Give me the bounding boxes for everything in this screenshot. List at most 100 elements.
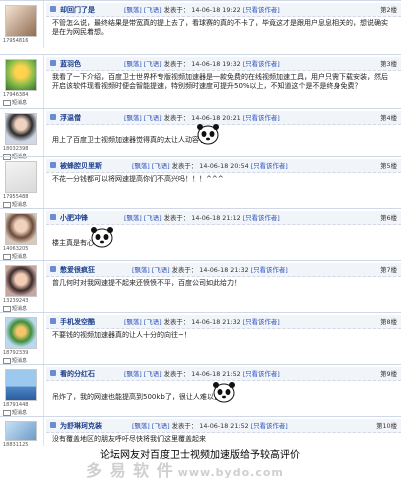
post-header: 看的分红石 [飘落] [飞语] 发表于： 14-06-18 21:52 [只看该… bbox=[46, 367, 401, 381]
envelope-icon bbox=[3, 201, 11, 208]
username[interactable]: 手机发空酷 bbox=[60, 317, 95, 327]
tag-link[interactable]: [飘落] bbox=[124, 370, 142, 378]
flower-link[interactable]: [飞语] bbox=[144, 60, 162, 68]
tag-link[interactable]: [飘落] bbox=[124, 60, 142, 68]
tag-link[interactable]: [飘落] bbox=[124, 214, 142, 222]
view-author-link[interactable]: [只看该作者] bbox=[243, 60, 280, 68]
view-author-link[interactable]: [只看该作者] bbox=[243, 114, 280, 122]
view-author-link[interactable]: [只看该作者] bbox=[243, 370, 280, 378]
view-author-link[interactable]: [只看该作者] bbox=[243, 318, 280, 326]
post-meta: [飘落] [飞语] 发表于： 14-06-18 21:32 [只看该作者] bbox=[124, 317, 280, 326]
posted-label: 发表于： bbox=[163, 214, 190, 222]
username[interactable]: 却回门了是 bbox=[60, 5, 95, 15]
view-author-link[interactable]: [只看该作者] bbox=[251, 162, 288, 170]
floor-number: 第6楼 bbox=[380, 214, 397, 222]
post-content: 不管怎么说，最终结果是带宽真的提上去了，看球赛的真的不卡了，毕竟这才是跟用户息息… bbox=[52, 19, 388, 36]
view-author-link[interactable]: [只看该作者] bbox=[251, 266, 288, 274]
user-id: 17946384 bbox=[3, 92, 29, 98]
floor-number: 第7楼 bbox=[380, 266, 397, 274]
post-meta: [飘落] [飞语] 发表于： 14-06-18 21:52 [只看该作者] bbox=[124, 369, 280, 378]
flower-link[interactable]: [飞语] bbox=[144, 114, 162, 122]
view-author-link[interactable]: [只看该作者] bbox=[243, 6, 280, 14]
post-header: 憋爱很疯狂 [飘落] [飞语] 发表于： 14-06-18 21:32 [只看该… bbox=[46, 263, 401, 277]
username[interactable]: 小肥冲锋 bbox=[60, 213, 88, 223]
post-content: 用上了百度卫士视频加速器觉得真的太让人动容了！ bbox=[52, 136, 213, 144]
tag-link[interactable]: [飘落] bbox=[132, 266, 150, 274]
user-id: 18791448 bbox=[3, 402, 29, 408]
floor-number: 第3楼 bbox=[380, 60, 397, 68]
username[interactable]: 浮温僧 bbox=[60, 113, 81, 123]
user-sidebar: 18791448 短消息 bbox=[0, 365, 44, 416]
username[interactable]: 看的分红石 bbox=[60, 369, 95, 379]
avatar[interactable] bbox=[5, 59, 37, 91]
post-header: 手机发空酷 [飘落] [飞语] 发表于： 14-06-18 21:32 [只看该… bbox=[46, 315, 401, 329]
tag-link[interactable]: [飘落] bbox=[132, 162, 150, 170]
avatar[interactable] bbox=[5, 5, 37, 37]
avatar[interactable] bbox=[5, 161, 37, 193]
post-content: 我看了一下介绍，百度卫士世界杯专版视频加速器是一款免费的在线视频加速工具，用户只… bbox=[52, 73, 388, 90]
posted-label: 发表于： bbox=[163, 370, 190, 378]
post-date: 14-06-18 21:12 bbox=[191, 214, 241, 222]
floor-number: 第10楼 bbox=[376, 422, 397, 430]
user-icon bbox=[50, 114, 56, 120]
site-watermark: 多 易 软 件 www.bydo.com bbox=[86, 457, 284, 481]
send-message[interactable]: 短消息 bbox=[3, 409, 27, 416]
flower-link[interactable]: [飞语] bbox=[144, 214, 162, 222]
post-date: 14-06-18 19:32 bbox=[191, 60, 241, 68]
avatar[interactable] bbox=[5, 265, 37, 297]
username[interactable]: 憋爱很疯狂 bbox=[60, 265, 95, 275]
user-icon bbox=[50, 370, 56, 376]
view-author-link[interactable]: [只看该作者] bbox=[251, 422, 288, 430]
send-message[interactable]: 短消息 bbox=[3, 201, 27, 208]
user-sidebar: 13239243 短消息 bbox=[0, 261, 44, 312]
tag-link[interactable]: [飘落] bbox=[124, 114, 142, 122]
view-author-link[interactable]: [只看该作者] bbox=[243, 214, 280, 222]
send-message[interactable]: 短消息 bbox=[3, 357, 27, 364]
user-id: 13239243 bbox=[3, 298, 29, 304]
tag-link[interactable]: [飘落] bbox=[124, 6, 142, 14]
user-icon bbox=[50, 60, 56, 66]
panda-emoji-icon bbox=[91, 227, 113, 248]
username[interactable]: 为舒琳珂克装 bbox=[60, 421, 102, 431]
flower-link[interactable]: [飞语] bbox=[152, 266, 170, 274]
post-meta: [飘落] [飞语] 发表于： 14-06-18 19:22 [只看该作者] bbox=[124, 5, 280, 14]
flower-link[interactable]: [飞语] bbox=[144, 318, 162, 326]
user-icon bbox=[50, 266, 56, 272]
send-message[interactable]: 短消息 bbox=[3, 253, 27, 260]
user-sidebar: 17954816 bbox=[0, 1, 44, 48]
post-meta: [飘落] [飞语] 发表于： 14-06-18 20:21 [只看该作者] bbox=[124, 113, 280, 122]
user-icon bbox=[50, 318, 56, 324]
posted-label: 发表于： bbox=[163, 60, 190, 68]
post-date: 14-06-18 21:32 bbox=[199, 266, 249, 274]
user-icon bbox=[50, 162, 56, 168]
user-sidebar: 17946384 短消息 bbox=[0, 55, 44, 108]
user-sidebar: 14063205 短消息 bbox=[0, 209, 44, 260]
avatar[interactable] bbox=[5, 213, 37, 245]
forum-post: 14063205 短消息 小肥冲锋 [飘落] [飞语] 发表于： 14-06-1… bbox=[0, 208, 401, 260]
flower-link[interactable]: [飞语] bbox=[144, 6, 162, 14]
post-date: 14-06-18 21:32 bbox=[191, 318, 241, 326]
avatar[interactable] bbox=[5, 421, 37, 441]
tag-link[interactable]: [飘落] bbox=[132, 422, 150, 430]
user-icon bbox=[50, 214, 56, 220]
watermark-text: 多 易 软 件 bbox=[86, 461, 174, 480]
post-meta: [飘落] [飞语] 发表于： 14-06-18 20:54 [只看该作者] bbox=[132, 161, 288, 170]
avatar[interactable] bbox=[5, 113, 37, 145]
avatar[interactable] bbox=[5, 369, 37, 401]
post-meta: [飘落] [飞语] 发表于： 14-06-18 21:12 [只看该作者] bbox=[124, 213, 280, 222]
flower-link[interactable]: [飞语] bbox=[152, 422, 170, 430]
username[interactable]: 蓝羽色 bbox=[60, 59, 81, 69]
tag-link[interactable]: [飘落] bbox=[124, 318, 142, 326]
posted-label: 发表于： bbox=[163, 6, 190, 14]
flower-link[interactable]: [飞语] bbox=[152, 162, 170, 170]
avatar[interactable] bbox=[5, 317, 37, 349]
posted-label: 发表于： bbox=[171, 422, 198, 430]
watermark-url: www.bydo.com bbox=[177, 466, 284, 479]
username[interactable]: 被蜂腔贝里斯 bbox=[60, 161, 102, 171]
post-header: 蓝羽色 [飘落] [飞语] 发表于： 14-06-18 19:32 [只看该作者… bbox=[46, 57, 401, 71]
post-header: 小肥冲锋 [飘落] [飞语] 发表于： 14-06-18 21:12 [只看该作… bbox=[46, 211, 401, 225]
send-message[interactable]: 短消息 bbox=[3, 305, 27, 312]
flower-link[interactable]: [飞语] bbox=[144, 370, 162, 378]
send-message[interactable]: 短消息 bbox=[3, 99, 27, 106]
posted-label: 发表于： bbox=[163, 318, 190, 326]
